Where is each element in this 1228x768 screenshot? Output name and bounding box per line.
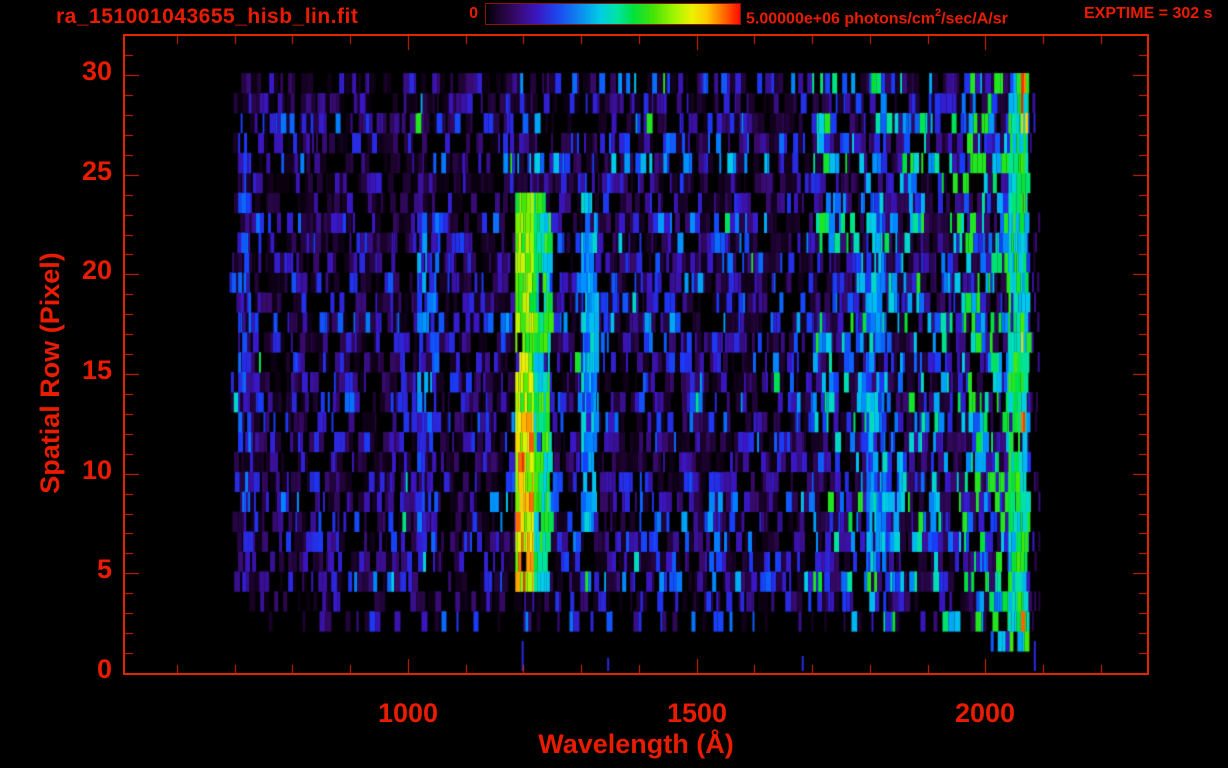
colorbar-max-label-superscript: 2: [934, 7, 942, 19]
x-tick-label: 2000: [954, 698, 1016, 728]
y-tick-label: 0: [96, 654, 112, 684]
y-tick-label: 30: [81, 56, 112, 86]
y-tick-label: 5: [96, 554, 112, 584]
y-tick-label: 25: [81, 156, 112, 186]
colorbar-min-label: 0: [469, 5, 478, 22]
colorbar-gradient: [485, 3, 741, 25]
x-axis-title: Wavelength (Å): [538, 729, 734, 759]
colorbar-max-label-prefix: 5.00000e+06 photons/cm: [746, 10, 935, 28]
idl-plot-window: ra_151001043655_hisb_lin.fit 0 5.00000e+…: [0, 0, 1228, 768]
y-axis-title: Spatial Row (Pixel): [35, 252, 65, 494]
x-tick-label: 1500: [666, 698, 728, 728]
exptime-label: EXPTIME = 302 s: [1084, 5, 1213, 22]
colorbar-max-label-suffix: /sec/A/sr: [941, 10, 1008, 28]
x-tick-label: 1000: [377, 698, 439, 728]
colorbar-max-label: 5.00000e+06 photons/cm2/sec/A/sr: [746, 4, 1008, 29]
plot-frame: [123, 34, 1149, 675]
plot-title: ra_151001043655_hisb_lin.fit: [56, 5, 359, 28]
